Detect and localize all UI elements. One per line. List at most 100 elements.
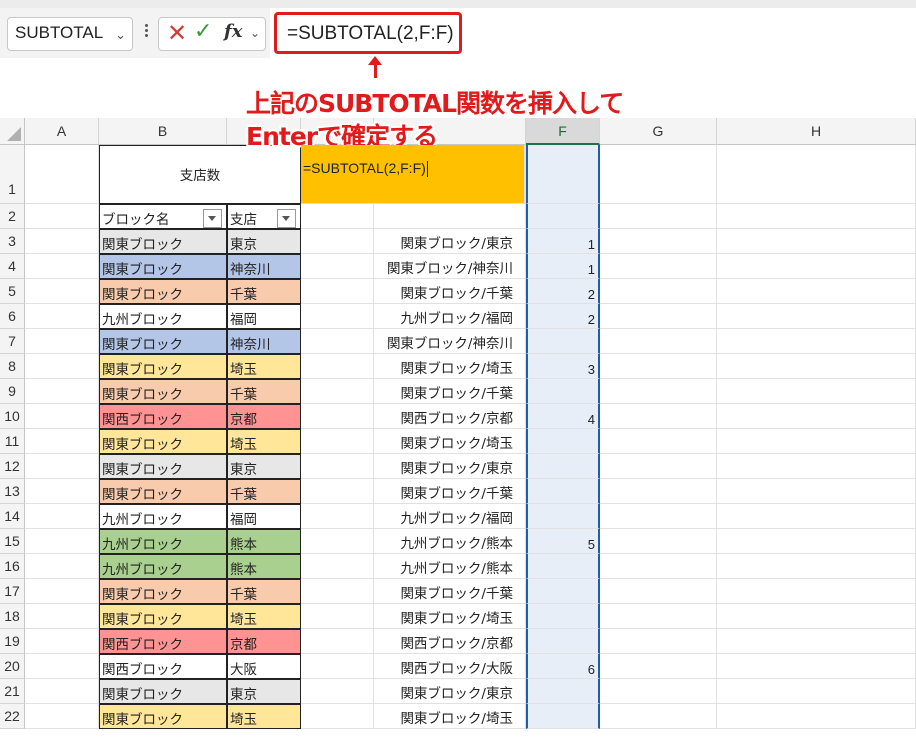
row-header[interactable]: 21 [0,679,25,704]
cell-a16[interactable] [25,554,99,579]
concat-cell[interactable]: 関西ブロック/京都 [374,629,526,654]
cell-h9[interactable] [717,379,916,404]
more-options-icon[interactable] [142,22,150,44]
check-icon[interactable]: ✓ [194,19,216,47]
row-header[interactable]: 16 [0,554,25,579]
filter-dropdown-icon[interactable] [203,209,222,228]
cell-d18[interactable] [301,604,374,629]
block-cell[interactable]: 関東ブロック [99,579,227,604]
cell-h6[interactable] [717,304,916,329]
cell-d13[interactable] [301,479,374,504]
cell-d20[interactable] [301,654,374,679]
concat-cell[interactable]: 関西ブロック/京都 [374,404,526,429]
cell-h20[interactable] [717,654,916,679]
block-cell[interactable]: 関東ブロック [99,379,227,404]
concat-cell[interactable]: 九州ブロック/熊本 [374,529,526,554]
cell-g12[interactable] [600,454,717,479]
row-header[interactable]: 14 [0,504,25,529]
subtotal-cell[interactable]: 5 [526,529,600,554]
subtotal-cell[interactable] [526,704,600,729]
cell-d14[interactable] [301,504,374,529]
cell-h2[interactable] [717,204,916,229]
cell-g11[interactable] [600,429,717,454]
branch-cell[interactable]: 埼玉 [227,604,301,629]
formula-text[interactable]: =SUBTOTAL(2,F:F) [274,12,462,54]
column-header-b[interactable]: B [99,118,227,145]
cell-g18[interactable] [600,604,717,629]
branch-cell[interactable]: 大阪 [227,654,301,679]
concat-cell[interactable]: 関東ブロック/東京 [374,454,526,479]
branch-cell[interactable]: 千葉 [227,279,301,304]
cell-g2[interactable] [600,204,717,229]
block-cell[interactable]: 関東ブロック [99,354,227,379]
subtotal-cell[interactable]: 3 [526,354,600,379]
row-header[interactable]: 7 [0,329,25,354]
concat-cell[interactable]: 関東ブロック/千葉 [374,379,526,404]
branch-cell[interactable]: 千葉 [227,379,301,404]
cell-h15[interactable] [717,529,916,554]
cell-d22[interactable] [301,704,374,729]
branch-cell[interactable]: 熊本 [227,554,301,579]
cell-a18[interactable] [25,604,99,629]
column-header-a[interactable]: A [25,118,99,145]
block-cell[interactable]: 九州ブロック [99,554,227,579]
cell-h12[interactable] [717,454,916,479]
cell-a4[interactable] [25,254,99,279]
cell-h3[interactable] [717,229,916,254]
insert-function-button[interactable]: fx [224,21,248,47]
branch-cell[interactable]: 福岡 [227,504,301,529]
active-cell-d1[interactable]: =SUBTOTAL(2,F:F) [301,145,525,204]
cell-g16[interactable] [600,554,717,579]
row-header[interactable]: 6 [0,304,25,329]
cell-g9[interactable] [600,379,717,404]
subtotal-cell[interactable] [526,429,600,454]
cell-d15[interactable] [301,529,374,554]
cell-g6[interactable] [600,304,717,329]
branch-cell[interactable]: 東京 [227,229,301,254]
subtotal-cell[interactable]: 1 [526,254,600,279]
subtotal-cell[interactable] [526,379,600,404]
cell-h22[interactable] [717,704,916,729]
cell-h14[interactable] [717,504,916,529]
cell-b1[interactable]: 支店数 [99,145,301,204]
subtotal-cell[interactable] [526,504,600,529]
cell-f1[interactable] [526,145,600,204]
cell-g22[interactable] [600,704,717,729]
row-header[interactable]: 15 [0,529,25,554]
cell-a6[interactable] [25,304,99,329]
cell-a3[interactable] [25,229,99,254]
block-cell[interactable]: 九州ブロック [99,304,227,329]
cell-g7[interactable] [600,329,717,354]
cell-d9[interactable] [301,379,374,404]
cell-a8[interactable] [25,354,99,379]
concat-cell[interactable]: 九州ブロック/福岡 [374,504,526,529]
branch-cell[interactable]: 埼玉 [227,429,301,454]
cell-h17[interactable] [717,579,916,604]
concat-cell[interactable]: 関東ブロック/東京 [374,679,526,704]
subtotal-cell[interactable]: 6 [526,654,600,679]
header-branch[interactable]: 支店 [227,204,301,229]
cell-g3[interactable] [600,229,717,254]
concat-cell[interactable]: 関東ブロック/東京 [374,229,526,254]
cell-a5[interactable] [25,279,99,304]
cell-h8[interactable] [717,354,916,379]
subtotal-cell[interactable]: 4 [526,404,600,429]
subtotal-cell[interactable] [526,629,600,654]
close-icon[interactable]: ✕ [167,19,187,47]
cell-a20[interactable] [25,654,99,679]
block-cell[interactable]: 九州ブロック [99,504,227,529]
concat-cell[interactable]: 関西ブロック/大阪 [374,654,526,679]
block-cell[interactable]: 関西ブロック [99,654,227,679]
block-cell[interactable]: 関東ブロック [99,604,227,629]
cell-a2[interactable] [25,204,99,229]
cell-h21[interactable] [717,679,916,704]
subtotal-cell[interactable] [526,604,600,629]
concat-cell[interactable]: 関東ブロック/埼玉 [374,354,526,379]
concat-cell[interactable]: 関東ブロック/千葉 [374,579,526,604]
cell-d21[interactable] [301,679,374,704]
row-header[interactable]: 22 [0,704,25,729]
row-header[interactable]: 13 [0,479,25,504]
block-cell[interactable]: 関東ブロック [99,229,227,254]
subtotal-cell[interactable] [526,454,600,479]
block-cell[interactable]: 関西ブロック [99,404,227,429]
